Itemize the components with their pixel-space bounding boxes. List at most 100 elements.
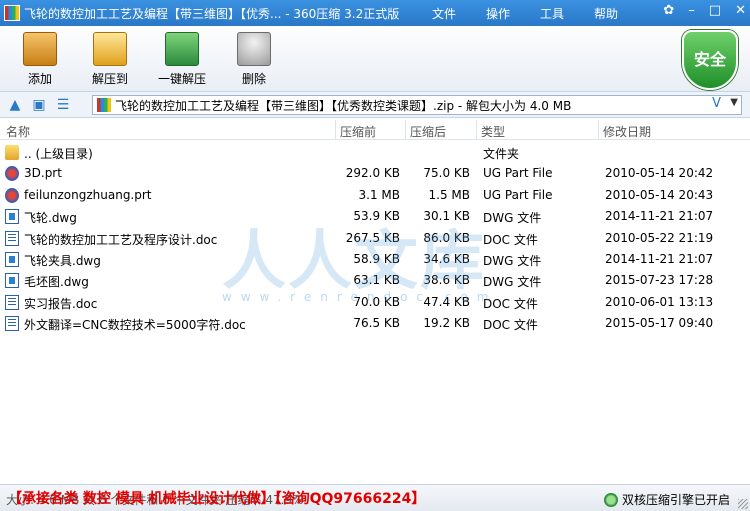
address-dropdown-icon[interactable]: ▼ [730,97,738,108]
close-icon[interactable]: ✕ [735,3,746,18]
file-name: 外文翻译=CNC数控技术=5000字符.doc [24,318,246,333]
file-name: 飞轮夹具.dwg [24,253,101,268]
file-size: 53.9 KB [353,209,400,224]
resize-grip-icon[interactable] [738,499,748,509]
column-name[interactable]: 名称 [6,123,30,140]
file-size: 3.1 MB [358,187,400,202]
dual-core-engine-icon [603,492,618,507]
file-type: DWG 文件 [483,211,542,226]
title-bar: 飞轮的数控加工工艺及编程【带三维图】【优秀... - 360压缩 3.2正式版 … [0,0,750,26]
table-row[interactable]: 飞轮夹具.dwg 58.9 KB 34.6 KB DWG 文件 2014-11-… [0,249,750,270]
file-list-header: 名称 压缩前 压缩后 类型 修改日期 [0,120,750,140]
status-bar: 大小: 4.0 MB 共 8 个文件和 0 个文件夹 压缩率 47.9% 【承接… [0,484,750,511]
table-row[interactable]: 外文翻译=CNC数控技术=5000字符.doc 76.5 KB 19.2 KB … [0,313,750,334]
doc-file-icon [5,230,19,246]
one-click-extract-label: 一键解压 [157,72,206,86]
security-shield-icon[interactable]: 安全 [682,30,738,90]
zip-file-icon [97,98,111,112]
file-packed-size: 38.6 KB [423,273,470,288]
address-v-label[interactable]: V [712,96,721,111]
window-title: 飞轮的数控加工工艺及编程【带三维图】【优秀... - 360压缩 3.2正式版 [24,6,400,21]
table-row[interactable]: 毛坯图.dwg 63.1 KB 38.6 KB DWG 文件 2015-07-2… [0,270,750,291]
file-packed-size: 86.0 KB [423,230,470,245]
column-modified[interactable]: 修改日期 [603,123,651,140]
dual-core-status[interactable]: 双核压缩引擎已开启 [603,491,730,508]
file-packed-size: 75.0 KB [423,166,470,181]
add-label: 添加 [27,72,52,86]
address-field[interactable]: 飞轮的数控加工工艺及编程【带三维图】【优秀数控类课题】.zip - 解包大小为 … [92,95,742,115]
add-button[interactable]: 添加 [10,32,70,87]
file-modified: 2010-05-14 20:42 [605,166,714,181]
file-list: .. (上级目录) 文件夹 3D.prt 292.0 KB 75.0 KB UG… [0,142,750,335]
zip-app-icon [4,5,20,21]
table-row[interactable]: 飞轮.dwg 53.9 KB 30.1 KB DWG 文件 2014-11-21… [0,206,750,227]
delete-label: 删除 [241,72,266,86]
window-controls: ✿ – □ ✕ [663,3,746,18]
folder-icon [5,145,19,160]
dwg-file-icon [5,251,19,267]
ad-banner-text: 【承接各类 数控 模具 机械毕业设计代做】【咨询QQ97666224】 [8,491,426,507]
column-size[interactable]: 压缩前 [340,123,376,140]
file-size: 58.9 KB [353,251,400,266]
list-view-icon[interactable]: ☰ [54,96,72,114]
column-type[interactable]: 类型 [481,123,505,140]
file-name: feilunzongzhuang.prt [24,187,152,202]
menu-help[interactable]: 帮助 [594,5,618,22]
extract-to-label: 解压到 [91,72,128,86]
one-click-extract-icon [165,32,199,66]
doc-file-icon [5,316,19,332]
file-modified: 2014-11-21 21:07 [605,209,714,224]
prt-file-icon [5,166,19,182]
file-name: 飞轮的数控加工工艺及程序设计.doc [24,232,218,247]
dwg-file-icon [5,273,19,289]
file-packed-size: 1.5 MB [428,187,470,202]
dwg-file-icon [5,209,19,225]
menu-file[interactable]: 文件 [432,5,456,22]
address-path: 飞轮的数控加工工艺及编程【带三维图】【优秀数控类课题】.zip - 解包大小为 … [115,98,572,113]
table-row[interactable]: feilunzongzhuang.prt 3.1 MB 1.5 MB UG Pa… [0,185,750,206]
maximize-icon[interactable]: □ [709,3,721,18]
prt-file-icon [5,187,19,203]
file-packed-size: 30.1 KB [423,209,470,224]
file-name: .. (上级目录) [24,147,93,161]
file-packed-size: 47.4 KB [423,294,470,309]
dual-core-status-text: 双核压缩引擎已开启 [621,493,730,507]
file-modified: 2010-05-14 20:43 [605,187,714,202]
file-modified: 2014-11-21 21:07 [605,251,714,266]
file-size: 70.0 KB [353,294,400,309]
table-row[interactable]: 实习报告.doc 70.0 KB 47.4 KB DOC 文件 2010-06-… [0,292,750,313]
doc-file-icon [5,294,19,310]
file-modified: 2015-07-23 17:28 [605,273,714,288]
trash-bin-icon [237,32,271,66]
one-click-extract-button[interactable]: 一键解压 [152,32,212,87]
delete-button[interactable]: 删除 [224,32,284,87]
file-type: DWG 文件 [483,253,542,268]
address-bar: ▲ ▣ ☰ 飞轮的数控加工工艺及编程【带三维图】【优秀数控类课题】.zip - … [0,92,750,118]
file-type: 文件夹 [483,147,520,161]
table-row[interactable]: 飞轮的数控加工工艺及程序设计.doc 267.5 KB 86.0 KB DOC … [0,228,750,249]
minimize-icon[interactable]: – [688,3,695,18]
file-type: UG Part File [483,187,553,202]
file-type: DOC 文件 [483,232,538,247]
toolbar: 添加 解压到 一键解压 删除 安全 [0,26,750,92]
file-name: 3D.prt [24,166,62,181]
thumbnail-view-icon[interactable]: ▣ [30,96,48,114]
file-type: DWG 文件 [483,275,542,290]
file-size: 292.0 KB [345,166,400,181]
file-size: 63.1 KB [353,273,400,288]
file-modified: 2015-05-17 09:40 [605,316,714,331]
file-packed-size: 34.6 KB [423,251,470,266]
menu-tools[interactable]: 工具 [540,5,564,22]
file-modified: 2010-05-22 21:19 [605,230,714,245]
file-name: 实习报告.doc [24,296,98,311]
column-packed[interactable]: 压缩后 [410,123,446,140]
table-row[interactable]: .. (上级目录) 文件夹 [0,142,750,163]
add-archive-icon [23,32,57,66]
skin-icon[interactable]: ✿ [663,3,674,18]
table-row[interactable]: 3D.prt 292.0 KB 75.0 KB UG Part File 201… [0,163,750,184]
file-name: 毛坯图.dwg [24,275,89,290]
extract-to-button[interactable]: 解压到 [80,32,140,87]
menu-operation[interactable]: 操作 [486,5,510,22]
menu-bar: 文件 操作 工具 帮助 [432,5,648,22]
up-arrow-icon[interactable]: ▲ [6,96,24,114]
